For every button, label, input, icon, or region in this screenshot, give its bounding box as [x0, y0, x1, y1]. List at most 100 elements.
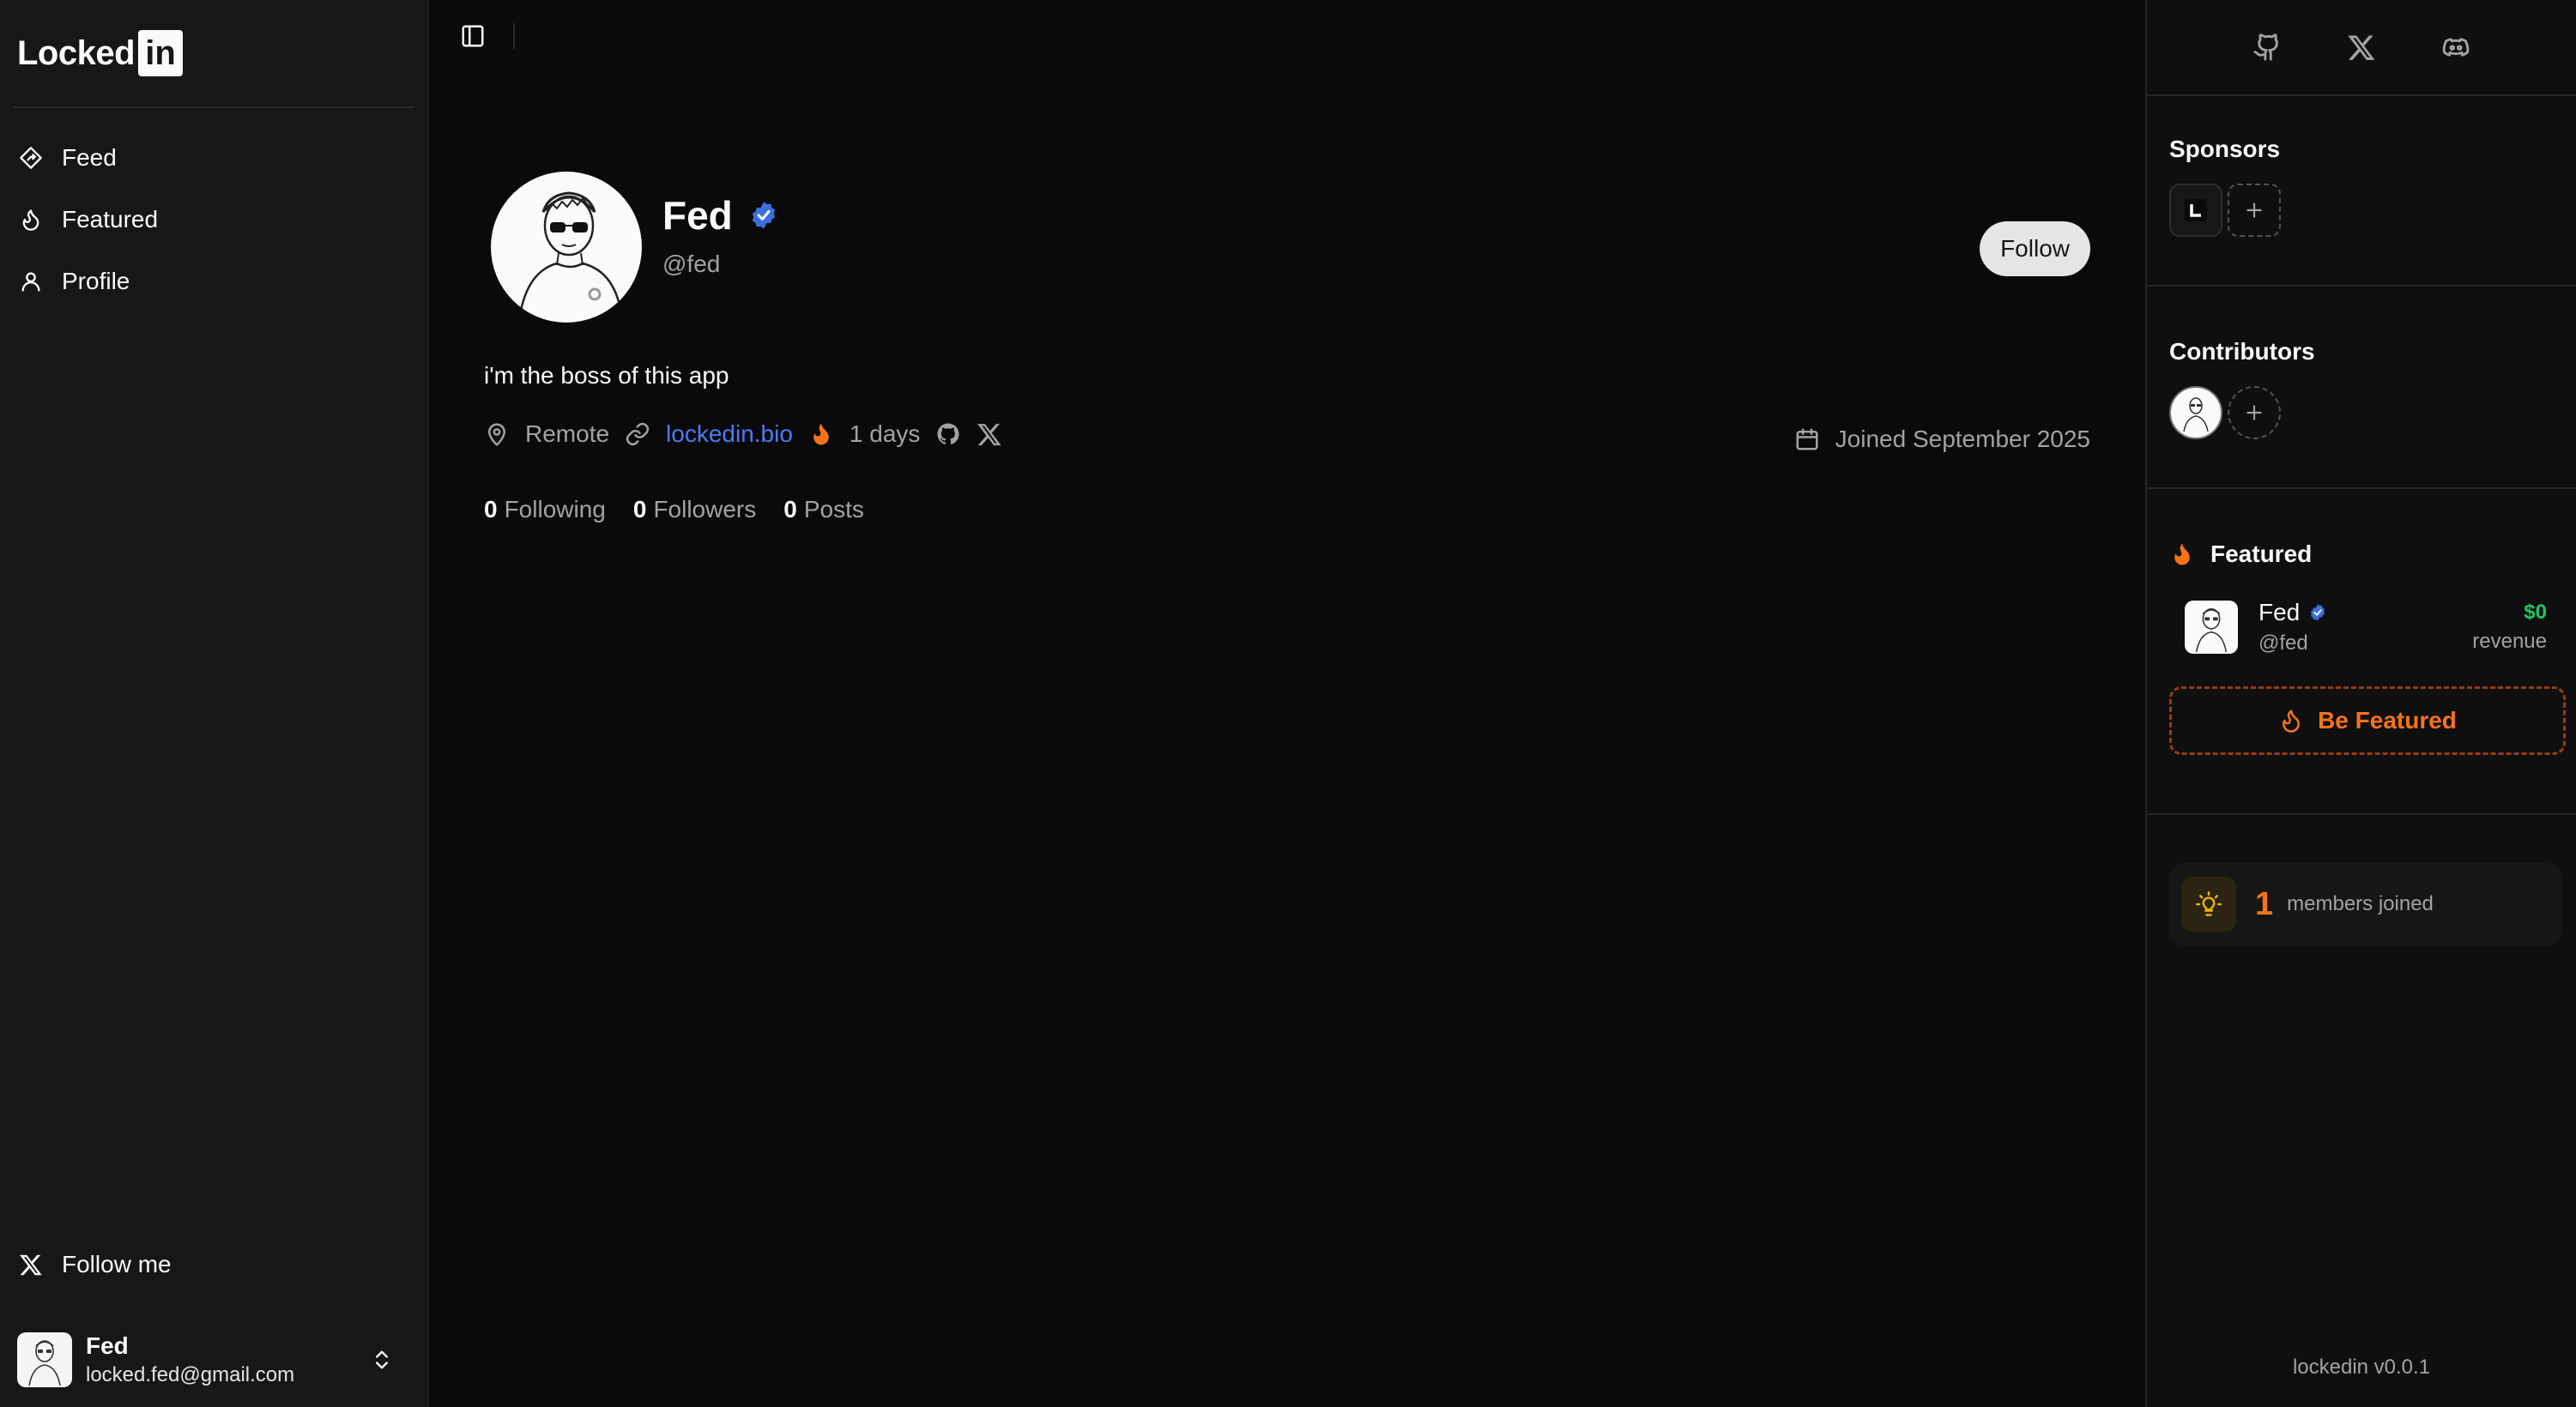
- brand-text: Locked: [17, 33, 136, 72]
- profile-name: Fed: [662, 193, 733, 238]
- profile-stats: 0 Following 0 Followers 0 Posts: [484, 496, 2090, 523]
- follow-me-link[interactable]: Follow me: [0, 1234, 428, 1295]
- sidebar-toggle-icon[interactable]: [460, 23, 486, 49]
- avatar-illustration: [28, 1340, 61, 1386]
- sidebar-item-profile[interactable]: Profile: [0, 251, 428, 312]
- profile-website-link[interactable]: lockedin.bio: [666, 420, 793, 448]
- featured-user-card[interactable]: Fed @fed $0 revenue: [2169, 599, 2554, 655]
- profile-avatar: [491, 172, 642, 323]
- sponsor-l-logo-icon: [2185, 199, 2207, 221]
- app-root: Locked in Feed Featured Profile Follow m…: [0, 0, 2576, 1407]
- featured-header: Featured: [2169, 540, 2554, 568]
- featured-section: Featured Fed @fed $0 revenue Be Featured: [2147, 489, 2576, 815]
- lightbulb-icon: [2196, 891, 2222, 916]
- user-meta: Fed locked.fed@gmail.com: [86, 1332, 370, 1387]
- stat-count: 0: [632, 496, 647, 522]
- topbar: [429, 0, 2145, 72]
- joined-text: Joined September 2025: [1835, 426, 2090, 452]
- map-pin-icon: [488, 423, 505, 446]
- joined-date: Joined September 2025: [1794, 426, 2090, 453]
- featured-user-name: Fed: [2259, 599, 2301, 625]
- app-version: lockedin v0.0.1: [2292, 1356, 2431, 1379]
- user-name: Fed: [86, 1332, 129, 1359]
- x-logo-icon[interactable]: [2347, 33, 2376, 62]
- flame-icon: [2283, 710, 2301, 733]
- stat-followers[interactable]: 0 Followers: [633, 496, 756, 523]
- members-joined-card: 1 members joined: [2169, 863, 2562, 945]
- user-icon: [21, 272, 40, 292]
- github-icon[interactable]: [935, 421, 961, 447]
- sidebar-item-label: Profile: [62, 268, 130, 294]
- streak-count: 1 days: [849, 420, 921, 447]
- profile-location: Remote: [525, 420, 610, 447]
- featured-user-handle: @fed: [2259, 631, 2308, 655]
- featured-user-meta: Fed @fed: [2259, 599, 2472, 655]
- feed-icon: [20, 147, 42, 169]
- follow-me-label: Follow me: [62, 1251, 172, 1277]
- follow-button[interactable]: Follow: [1980, 221, 2090, 276]
- members-label: members joined: [2287, 892, 2434, 915]
- sponsors-section: Sponsors: [2147, 96, 2576, 287]
- profile-name-block: Fed @fed: [662, 172, 779, 278]
- sponsors-title: Sponsors: [2169, 136, 2281, 162]
- revenue-amount: $0: [2524, 601, 2547, 624]
- stat-label: Posts: [803, 496, 864, 522]
- flame-icon: [2174, 543, 2190, 565]
- profile-bio: i'm the boss of this app: [484, 362, 729, 389]
- sidebar: Locked in Feed Featured Profile Follow m…: [0, 0, 429, 1407]
- x-logo-icon[interactable]: [977, 421, 1002, 447]
- brand-box: in: [138, 30, 184, 76]
- plus-icon: [2246, 202, 2262, 218]
- flame-icon: [813, 423, 829, 445]
- featured-user-name-row: Fed: [2259, 599, 2472, 626]
- profile-header: Fed @fed Follow: [484, 172, 2090, 323]
- members-count: 1: [2255, 885, 2274, 922]
- github-icon[interactable]: [2252, 33, 2282, 62]
- stat-count: 0: [484, 496, 498, 522]
- x-logo-icon: [20, 1254, 42, 1276]
- main-content: Fed @fed Follow i'm the boss of this app…: [429, 0, 2145, 1407]
- sidebar-item-feed[interactable]: Feed: [0, 127, 428, 189]
- stat-posts[interactable]: 0 Posts: [783, 496, 864, 523]
- right-panel: Sponsors Contributors Featured Fed @fed …: [2145, 0, 2576, 1407]
- be-featured-button[interactable]: Be Featured: [2169, 686, 2566, 755]
- profile-meta: Remote lockedin.bio 1 days Joined Septem…: [484, 420, 2090, 452]
- sidebar-item-featured[interactable]: Featured: [0, 189, 428, 251]
- topbar-divider: [513, 23, 515, 49]
- plus-icon: [2246, 405, 2262, 420]
- featured-revenue: $0 revenue: [2472, 601, 2554, 654]
- profile-section: Fed @fed Follow i'm the boss of this app…: [484, 172, 2090, 523]
- contributor-avatar[interactable]: [2169, 386, 2222, 439]
- flame-icon: [22, 209, 39, 231]
- discord-icon[interactable]: [2441, 33, 2470, 62]
- sidebar-nav: Feed Featured Profile: [0, 108, 428, 312]
- add-contributor-button[interactable]: [2228, 386, 2281, 439]
- brand-logo[interactable]: Locked in: [0, 0, 428, 106]
- stat-following[interactable]: 0 Following: [484, 496, 606, 523]
- contributors-section: Contributors: [2147, 287, 2576, 489]
- verified-badge-icon: [2311, 604, 2325, 621]
- calendar-icon: [1796, 428, 1818, 450]
- sidebar-item-label: Feed: [62, 144, 117, 171]
- sponsor-logo[interactable]: [2169, 184, 2222, 237]
- featured-title: Featured: [2210, 540, 2313, 567]
- avatar: [2185, 601, 2238, 654]
- add-sponsor-button[interactable]: [2228, 184, 2281, 237]
- revenue-label: revenue: [2472, 630, 2547, 653]
- user-menu[interactable]: Fed locked.fed@gmail.com: [0, 1313, 428, 1407]
- be-featured-label: Be Featured: [2318, 707, 2457, 734]
- stat-label: Following: [504, 496, 606, 522]
- link-icon: [626, 422, 650, 446]
- user-email: locked.fed@gmail.com: [86, 1363, 295, 1386]
- verified-badge-icon: [752, 202, 775, 229]
- chevrons-up-down-icon[interactable]: [370, 1348, 394, 1372]
- sponsors-list: [2169, 184, 2554, 237]
- contributors-title: Contributors: [2169, 338, 2315, 365]
- avatar: [17, 1332, 72, 1387]
- sidebar-footer: Follow me Fed locked.fed@gmail.com: [0, 1234, 428, 1407]
- avatar-illustration: [517, 191, 624, 320]
- stat-count: 0: [783, 496, 797, 522]
- avatar-illustration: [2183, 397, 2209, 432]
- profile-handle: @fed: [662, 251, 721, 277]
- stat-label: Followers: [653, 496, 757, 522]
